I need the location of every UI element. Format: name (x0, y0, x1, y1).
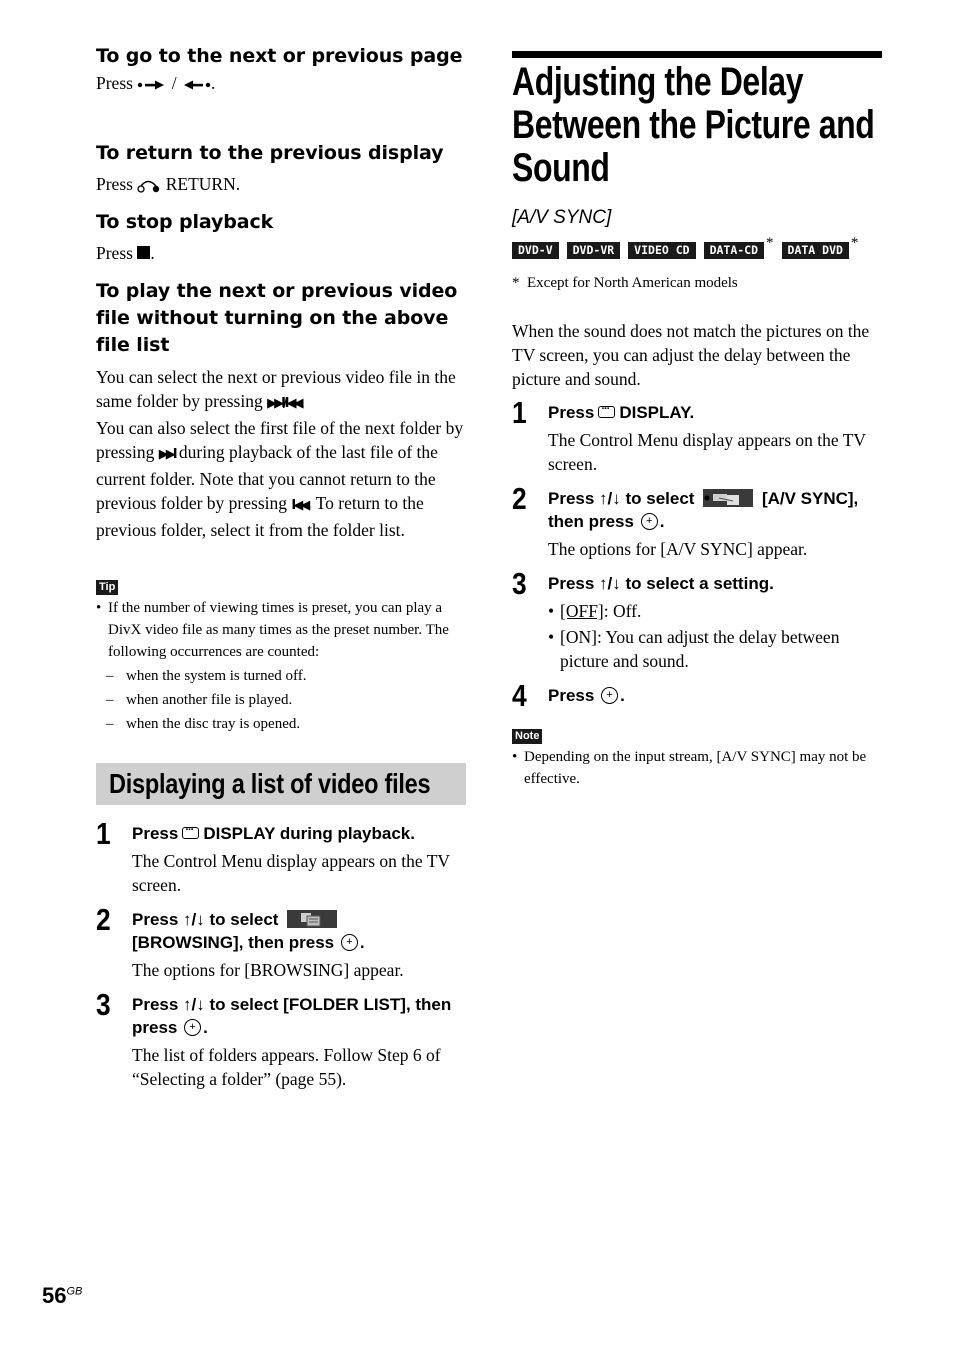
enter-button-icon (640, 513, 658, 531)
display-button-icon (182, 819, 200, 842)
stop-text: Press . (96, 243, 155, 263)
next-track-icon: ▶▶I (158, 447, 178, 462)
disc-types: DVD-V DVD-VR VIDEO CD DATA-CD * DATA DVD * (512, 235, 912, 259)
return-block: To return to the previous display Press … (96, 140, 468, 196)
section-heading-bar: Displaying a list of video files (96, 763, 466, 805)
next-prev-video-paragraph-2: You can also select the first file of th… (96, 418, 464, 540)
tip-item: when another file is played. (96, 689, 468, 711)
previous-page-icon (183, 80, 211, 90)
step-number: 3 (512, 566, 527, 601)
step-number: 2 (96, 902, 111, 937)
note-label: Note (512, 729, 543, 744)
disc-badge-data-dvd: DATA DVD (781, 242, 849, 259)
step-body: The Control Menu display appears on the … (548, 430, 866, 474)
list-step-3: 3 Press ↑/↓ to select [FOLDER LIST], the… (96, 989, 468, 1091)
step-number: 4 (512, 678, 527, 713)
step-body: The options for [BROWSING] appear. (132, 960, 404, 980)
disc-badge-dvd-v: DVD-V (512, 242, 559, 259)
enter-button-icon (184, 1019, 202, 1037)
step-title: Press ↑/↓ to select [BROWSING], then pre… (132, 908, 468, 954)
previous-track-icon: I◀◀ (291, 498, 310, 513)
step-title: PressDISPLAY during playback. (132, 819, 468, 845)
step-body: The Control Menu display appears on the … (132, 851, 450, 895)
next-prev-page-text: Press / . (96, 73, 216, 93)
tip-label: Tip (96, 580, 119, 595)
section-title: Displaying a list of video files (109, 768, 431, 799)
step-number: 2 (512, 481, 527, 516)
footnote: * Except for North American models (512, 275, 738, 291)
tip-text: If the number of viewing times is preset… (96, 597, 468, 663)
step-number: 1 (512, 395, 527, 430)
disc-badge-dvd-vr: DVD-VR (566, 242, 621, 259)
tip-item: when the disc tray is opened. (96, 713, 468, 735)
next-prev-page-heading: To go to the next or previous page (96, 45, 463, 67)
intro-paragraph: When the sound does not match the pictur… (512, 321, 870, 389)
title-rule (512, 51, 882, 58)
step-title: Press ↑/↓ to select [FOLDER LIST], then … (132, 993, 468, 1039)
return-text: Press RETURN. (96, 174, 241, 194)
step-body: The list of folders appears. Follow Step… (132, 1045, 441, 1089)
page-title: Adjusting the Delay Between the Picture … (512, 60, 875, 190)
display-button-icon (598, 398, 616, 421)
note-text: Depending on the input stream, [A/V SYNC… (512, 746, 884, 790)
stop-heading: To stop playback (96, 211, 274, 233)
footnote-marker: * (850, 235, 859, 251)
step-title: Press . (548, 684, 884, 707)
next-prev-video-paragraph-1: You can select the next or previous vide… (96, 367, 456, 411)
next-previous-track-icon: ▶▶I/I◀◀ (267, 396, 303, 411)
avsync-step-2: 2 Press ↑/↓ to select [A/V SYNC], then p… (512, 483, 888, 561)
avsync-step-3: 3 Press ↑/↓ to select a setting. [OFF]: … (512, 568, 884, 673)
step-title: PressDISPLAY. (548, 398, 884, 424)
subtitle: [A/V SYNC] (512, 207, 612, 228)
disc-badge-data-cd: DATA-CD (703, 242, 765, 259)
av-sync-menu-icon (703, 488, 754, 507)
enter-button-icon (601, 687, 619, 705)
enter-button-icon (340, 934, 358, 952)
tip-block: Tip If the number of viewing times is pr… (96, 577, 468, 735)
step-title: Press ↑/↓ to select [A/V SYNC], then pre… (548, 487, 888, 533)
list-step-2: 2 Press ↑/↓ to select [BROWSING], then p… (96, 904, 468, 982)
disc-badge-video-cd: VIDEO CD (628, 242, 696, 259)
next-page-icon (138, 80, 165, 90)
list-step-1: 1 PressDISPLAY during playback. The Cont… (96, 818, 468, 897)
return-heading: To return to the previous display (96, 142, 444, 164)
stop-block: To stop playback Press . (96, 209, 468, 265)
stop-icon (137, 246, 151, 260)
next-prev-video-heading: To play the next or previous video file … (96, 280, 458, 356)
avsync-step-4: 4 Press . (512, 680, 884, 712)
step-number: 3 (96, 987, 111, 1022)
step-number: 1 (96, 816, 111, 851)
footnote-marker: * (766, 235, 774, 251)
step-body: The options for [A/V SYNC] appear. (548, 539, 808, 559)
section-displaying-list: Displaying a list of video files (96, 763, 466, 805)
return-icon (137, 180, 160, 193)
next-prev-page-block: To go to the next or previous page Press… (96, 43, 468, 95)
tip-item: when the system is turned off. (96, 665, 468, 687)
avsync-step-1: 1 PressDISPLAY. The Control Menu display… (512, 397, 884, 476)
option-off: [OFF]: Off. (548, 599, 884, 623)
step-title: Press ↑/↓ to select a setting. (548, 574, 774, 593)
note-block: Note Depending on the input stream, [A/V… (512, 726, 884, 790)
browsing-menu-icon (287, 909, 338, 928)
page-number: 56GB (42, 1283, 83, 1308)
option-on: [ON]: You can adjust the delay between p… (548, 625, 884, 673)
next-prev-video-block: To play the next or previous video file … (96, 278, 468, 542)
